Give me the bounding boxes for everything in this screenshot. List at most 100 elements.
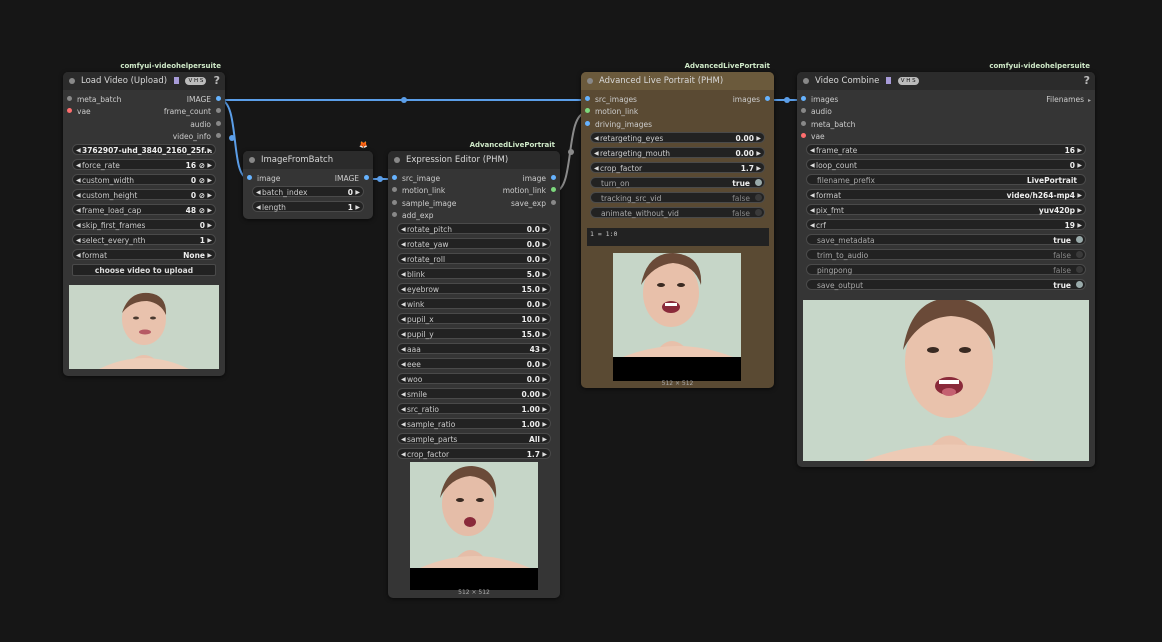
image-from-batch-node[interactable]: ImageFromBatch image IMAGE ◀ batch_index 0… <box>243 151 373 219</box>
input-slot[interactable]: sample_image <box>392 198 456 210</box>
crop-factor-widget[interactable]: ◀ crop_factor 1.7 ▶ <box>397 448 551 459</box>
pingpong-toggle[interactable]: pingpong false <box>806 264 1086 275</box>
arrow-left-icon[interactable]: ◀ <box>810 220 815 231</box>
filename-prefix-field[interactable]: filename_prefix LivePortrait <box>806 174 1086 185</box>
custom-height-widget[interactable]: ◀ custom_height 0 ⊘ ▶ <box>72 189 216 200</box>
turn-on-toggle[interactable]: turn_on true <box>590 177 765 188</box>
input-slot[interactable]: image <box>247 173 280 185</box>
advanced-live-portrait-node[interactable]: Advanced Live Portrait (PHM) src_images … <box>581 72 774 388</box>
arrow-right-icon[interactable]: ▶ <box>355 202 360 213</box>
aaa-widget[interactable]: ◀ aaa 43 ▶ <box>397 343 551 354</box>
input-slot[interactable]: meta_batch <box>801 119 855 131</box>
pupil-y-widget[interactable]: ◀ pupil_y 15.0 ▶ <box>397 328 551 339</box>
arrow-left-icon[interactable]: ◀ <box>76 175 81 186</box>
arrow-left-icon[interactable]: ◀ <box>76 250 81 261</box>
arrow-left-icon[interactable]: ◀ <box>810 190 815 201</box>
input-slot[interactable]: vae <box>67 106 91 118</box>
trim-to-audio-toggle[interactable]: trim_to_audio false <box>806 249 1086 260</box>
arrow-left-icon[interactable]: ◀ <box>76 235 81 246</box>
input-slot[interactable]: motion_link <box>392 185 445 197</box>
collapse-dot-icon[interactable] <box>394 157 400 163</box>
load-video-node[interactable]: Load Video (Upload) V H S ? meta_batch v… <box>63 72 225 376</box>
sample-parts-widget[interactable]: ◀ sample_parts All ▶ <box>397 433 551 444</box>
output-slot[interactable]: video_info <box>173 131 221 143</box>
select-every-nth-widget[interactable]: ◀ select_every_nth 1 ▶ <box>72 234 216 245</box>
node-title-bar[interactable]: Advanced Live Portrait (PHM) <box>581 72 774 90</box>
arrow-left-icon[interactable]: ◀ <box>256 202 261 213</box>
collapse-dot-icon[interactable] <box>249 157 255 163</box>
arrow-right-icon[interactable]: ▶ <box>542 434 547 445</box>
arrow-right-icon[interactable]: ▶ <box>756 148 761 159</box>
node-graph-canvas[interactable]: comfyui-videohelpersuite 🦊 AdvancedLiveP… <box>0 0 1162 642</box>
arrow-left-icon[interactable]: ◀ <box>810 205 815 216</box>
help-icon[interactable]: ? <box>214 72 220 90</box>
output-slot[interactable]: IMAGE <box>335 173 369 185</box>
arrow-right-icon[interactable]: ▶ <box>542 314 547 325</box>
arrow-right-icon[interactable]: ▶ <box>542 284 547 295</box>
frame-load-cap-widget[interactable]: ◀ frame_load_cap 48 ⊘ ▶ <box>72 204 216 215</box>
save-metadata-toggle[interactable]: save_metadata true <box>806 234 1086 245</box>
node-title-bar[interactable]: Video Combine V H S ? <box>797 72 1095 90</box>
arrow-left-icon[interactable]: ◀ <box>401 404 406 415</box>
arrow-left-icon[interactable]: ◀ <box>594 148 599 159</box>
pix-fmt-combo[interactable]: ◀ pix_fmt yuv420p ▶ <box>806 204 1086 215</box>
format-combo[interactable]: ◀ format None ▶ <box>72 249 216 260</box>
arrow-left-icon[interactable]: ◀ <box>401 239 406 250</box>
crop-factor-widget[interactable]: ◀ crop_factor 1.7 ▶ <box>590 162 765 173</box>
arrow-right-icon[interactable]: ▶ <box>542 254 547 265</box>
arrow-right-icon[interactable]: ▶ <box>1077 220 1082 231</box>
video-combine-node[interactable]: Video Combine V H S ? images audio meta_… <box>797 72 1095 467</box>
collapse-dot-icon[interactable] <box>803 78 809 84</box>
video-file-combo[interactable]: ◀ 3762907-uhd_3840_2160_25f... ▶ <box>72 144 216 155</box>
node-title-bar[interactable]: ImageFromBatch <box>243 151 373 169</box>
arrow-left-icon[interactable]: ◀ <box>594 133 599 144</box>
arrow-right-icon[interactable]: ▶ <box>542 329 547 340</box>
arrow-left-icon[interactable]: ◀ <box>76 205 81 216</box>
crf-widget[interactable]: ◀ crf 19 ▶ <box>806 219 1086 230</box>
rotate-roll-widget[interactable]: ◀ rotate_roll 0.0 ▶ <box>397 253 551 264</box>
arrow-right-icon[interactable]: ▶ <box>207 220 212 231</box>
output-slot[interactable]: image <box>523 173 556 185</box>
help-icon[interactable]: ? <box>1084 72 1090 90</box>
output-slot[interactable]: audio <box>190 119 221 131</box>
arrow-left-icon[interactable]: ◀ <box>401 224 406 235</box>
output-slot[interactable]: images <box>733 94 770 106</box>
smile-widget[interactable]: ◀ smile 0.00 ▶ <box>397 388 551 399</box>
arrow-left-icon[interactable]: ◀ <box>401 254 406 265</box>
arrow-right-icon[interactable]: ▶ <box>542 374 547 385</box>
arrow-right-icon[interactable]: ▶ <box>542 224 547 235</box>
arrow-right-icon[interactable]: ▶ <box>207 160 212 171</box>
arrow-left-icon[interactable]: ◀ <box>594 163 599 174</box>
arrow-left-icon[interactable]: ◀ <box>401 269 406 280</box>
arrow-left-icon[interactable]: ◀ <box>256 187 261 198</box>
arrow-left-icon[interactable]: ◀ <box>401 389 406 400</box>
arrow-right-icon[interactable]: ▶ <box>1077 160 1082 171</box>
arrow-left-icon[interactable]: ◀ <box>76 220 81 231</box>
animate-without-vid-toggle[interactable]: animate_without_vid false <box>590 207 765 218</box>
arrow-right-icon[interactable]: ▶ <box>1077 190 1082 201</box>
arrow-right-icon[interactable]: ▶ <box>207 205 212 216</box>
arrow-left-icon[interactable]: ◀ <box>401 374 406 385</box>
arrow-left-icon[interactable]: ◀ <box>401 284 406 295</box>
arrow-left-icon[interactable]: ◀ <box>76 190 81 201</box>
force-rate-widget[interactable]: ◀ force_rate 16 ⊘ ▶ <box>72 159 216 170</box>
src-ratio-widget[interactable]: ◀ src_ratio 1.00 ▶ <box>397 403 551 414</box>
arrow-right-icon[interactable]: ▶ <box>542 344 547 355</box>
arrow-left-icon[interactable]: ◀ <box>401 419 406 430</box>
arrow-right-icon[interactable]: ▶ <box>756 133 761 144</box>
arrow-left-icon[interactable]: ◀ <box>76 145 81 156</box>
sample-ratio-widget[interactable]: ◀ sample_ratio 1.00 ▶ <box>397 418 551 429</box>
input-slot[interactable]: src_image <box>392 173 440 185</box>
batch-index-widget[interactable]: ◀ batch_index 0 ▶ <box>252 186 364 197</box>
arrow-left-icon[interactable]: ◀ <box>401 359 406 370</box>
command-textarea[interactable]: 1 = 1:0 <box>587 228 769 246</box>
arrow-left-icon[interactable]: ◀ <box>401 449 406 460</box>
rotate-pitch-widget[interactable]: ◀ rotate_pitch 0.0 ▶ <box>397 223 551 234</box>
collapse-dot-icon[interactable] <box>587 78 593 84</box>
arrow-right-icon[interactable]: ▶ <box>1077 205 1082 216</box>
arrow-right-icon[interactable]: ▶ <box>542 359 547 370</box>
output-slot[interactable]: Filenames ▸ <box>1046 94 1091 106</box>
input-slot[interactable]: motion_link <box>585 106 638 118</box>
input-slot[interactable]: images <box>801 94 838 106</box>
eyebrow-widget[interactable]: ◀ eyebrow 15.0 ▶ <box>397 283 551 294</box>
